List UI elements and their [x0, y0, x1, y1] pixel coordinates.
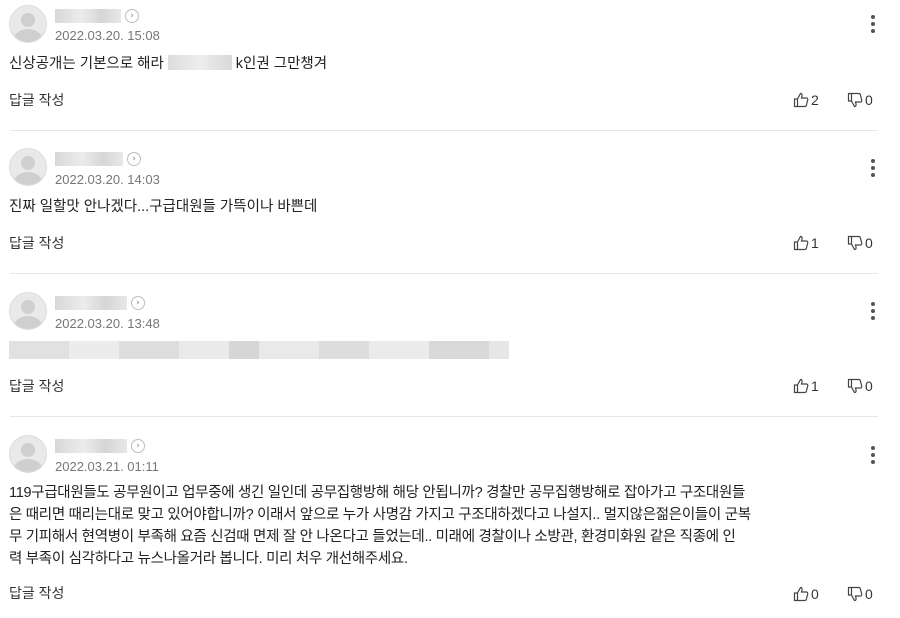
comment-date: 2022.03.20. 15:08: [55, 28, 160, 43]
dislike-count: 0: [865, 92, 873, 108]
comment-text: 신상공개는 기본으로 해라 k인권 그만챙겨: [9, 55, 328, 72]
username-redacted[interactable]: ›: [55, 296, 145, 310]
like-count: 0: [811, 586, 819, 602]
like-count: 1: [811, 235, 819, 251]
like-button[interactable]: 1: [793, 235, 819, 251]
like-button[interactable]: 0: [793, 586, 819, 602]
more-options-button[interactable]: [868, 15, 878, 33]
like-count: 2: [811, 92, 819, 108]
comment-date: 2022.03.21. 01:11: [55, 459, 159, 474]
divider: [10, 273, 878, 274]
dislike-count: 0: [865, 378, 873, 394]
vote-group: 1 0: [793, 234, 879, 252]
vote-group: 0 0: [793, 585, 879, 603]
reply-button[interactable]: 답글 작성: [9, 583, 64, 603]
thumbs-up-icon: [793, 378, 809, 394]
like-count: 1: [811, 378, 819, 394]
chevron-right-icon[interactable]: ›: [125, 9, 139, 23]
thumbs-down-icon: [847, 235, 863, 251]
thumbs-up-icon: [793, 235, 809, 251]
like-button[interactable]: 2: [793, 92, 819, 108]
comment-text: 119구급대원들도 공무원이고 업무중에 생긴 일인데 공무집행방해 해당 안됩…: [9, 485, 751, 567]
username-redacted[interactable]: ›: [55, 9, 139, 23]
comment-date: 2022.03.20. 13:48: [55, 316, 160, 331]
chevron-right-icon[interactable]: ›: [131, 439, 145, 453]
chevron-right-icon[interactable]: ›: [127, 152, 141, 166]
divider: [10, 130, 878, 131]
avatar[interactable]: [9, 435, 47, 473]
dislike-count: 0: [865, 235, 873, 251]
thumbs-down-icon: [847, 378, 863, 394]
dislike-count: 0: [865, 586, 873, 602]
vote-group: 2 0: [793, 91, 879, 109]
dislike-button[interactable]: 0: [847, 92, 873, 108]
reply-button[interactable]: 답글 작성: [9, 233, 64, 253]
avatar[interactable]: [9, 148, 47, 186]
more-options-button[interactable]: [868, 159, 878, 177]
dislike-button[interactable]: 0: [847, 586, 873, 602]
more-options-button[interactable]: [868, 446, 878, 464]
comment-text: 진짜 일할맛 안나겠다...구급대원들 가뜩이나 바쁜데: [9, 199, 318, 215]
thumbs-down-icon: [847, 92, 863, 108]
vote-group: 1 0: [793, 377, 879, 395]
dislike-button[interactable]: 0: [847, 378, 873, 394]
dislike-button[interactable]: 0: [847, 235, 873, 251]
comment-date: 2022.03.20. 14:03: [55, 172, 160, 187]
divider: [10, 416, 878, 417]
username-redacted[interactable]: ›: [55, 439, 145, 453]
reply-button[interactable]: 답글 작성: [9, 376, 64, 396]
thumbs-up-icon: [793, 92, 809, 108]
reply-button[interactable]: 답글 작성: [9, 90, 64, 110]
redacted-text: [167, 55, 232, 70]
thumbs-down-icon: [847, 586, 863, 602]
avatar[interactable]: [9, 5, 47, 43]
chevron-right-icon[interactable]: ›: [131, 296, 145, 310]
redacted-text: [9, 341, 509, 359]
thumbs-up-icon: [793, 586, 809, 602]
avatar[interactable]: [9, 292, 47, 330]
username-redacted[interactable]: ›: [55, 152, 141, 166]
more-options-button[interactable]: [868, 302, 878, 320]
like-button[interactable]: 1: [793, 378, 819, 394]
